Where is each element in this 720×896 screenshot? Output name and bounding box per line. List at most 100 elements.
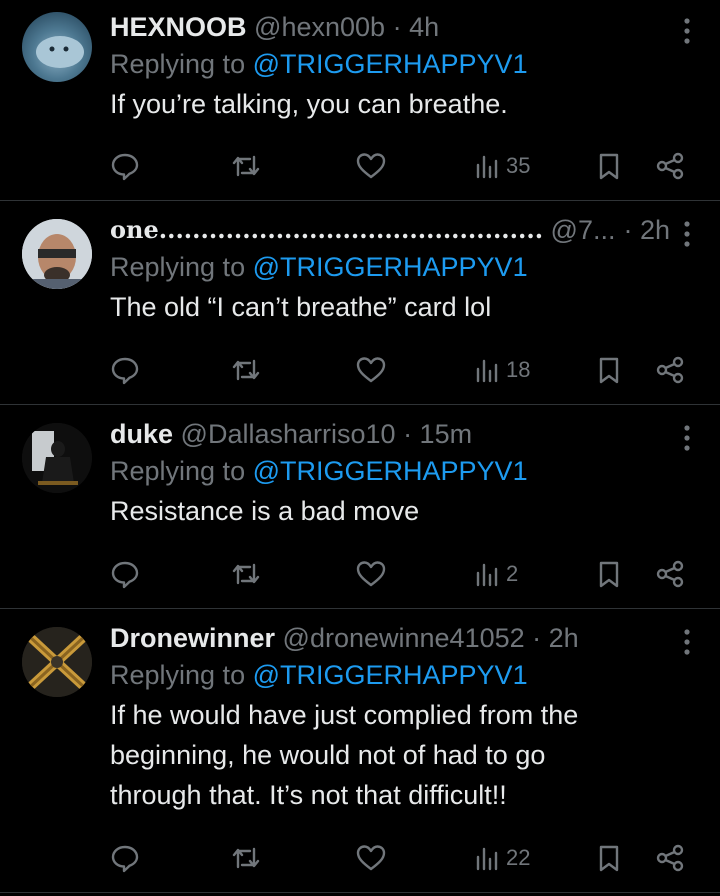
replying-label: Replying to xyxy=(110,660,246,690)
more-icon[interactable] xyxy=(680,423,694,453)
more-icon[interactable] xyxy=(680,219,694,249)
views-icon xyxy=(476,359,498,383)
views-icon xyxy=(476,563,498,587)
replying-to: Replying to @TRIGGERHAPPYV1 xyxy=(110,655,670,695)
tweet[interactable]: one.....................................… xyxy=(0,201,720,405)
bookmark-button[interactable] xyxy=(594,350,624,390)
timestamp[interactable]: · 2h xyxy=(623,213,670,247)
share-button[interactable] xyxy=(654,146,686,186)
bookmark-button[interactable] xyxy=(594,554,624,594)
bookmark-icon xyxy=(599,153,619,180)
reply-button[interactable] xyxy=(110,146,140,186)
mention-link[interactable]: @TRIGGERHAPPYV1 xyxy=(253,456,528,486)
view-count: 18 xyxy=(506,357,531,382)
tweet-header: duke @Dallasharriso10 · 15m xyxy=(110,417,670,451)
share-icon xyxy=(656,356,684,384)
bookmark-icon xyxy=(599,357,619,384)
reply-icon xyxy=(111,561,139,589)
tweet[interactable]: HEXNOOB @hexn00b · 4h Replying to @TRIGG… xyxy=(0,0,720,201)
tweet-header: HEXNOOB @hexn00b · 4h xyxy=(110,10,670,44)
display-name[interactable]: one.....................................… xyxy=(110,213,545,247)
bookmark-icon xyxy=(599,845,619,872)
retweet-button[interactable] xyxy=(230,146,262,186)
views-button[interactable]: 22 xyxy=(472,838,530,878)
share-icon xyxy=(656,152,684,180)
action-bar: 18 xyxy=(110,350,692,390)
handle[interactable]: @dronewinne41052 xyxy=(283,623,525,653)
reply-button[interactable] xyxy=(110,838,140,878)
like-icon xyxy=(356,845,386,871)
avatar[interactable] xyxy=(22,423,92,493)
avatar[interactable] xyxy=(22,627,92,697)
reply-button[interactable] xyxy=(110,554,140,594)
mention-link[interactable]: @TRIGGERHAPPYV1 xyxy=(253,660,528,690)
like-button[interactable] xyxy=(355,146,387,186)
views-icon xyxy=(476,847,498,871)
tweet-header: Dronewinner @dronewinne41052 · 2h xyxy=(110,621,670,655)
tweet-text: The old “I can’t breathe” card lol xyxy=(110,292,492,322)
avatar-image xyxy=(22,627,92,697)
display-name[interactable]: duke xyxy=(110,419,173,449)
tweet-text: If he would have just complied from the … xyxy=(110,700,579,810)
like-button[interactable] xyxy=(355,838,387,878)
replying-label: Replying to xyxy=(110,49,246,79)
avatar-image xyxy=(22,219,92,289)
views-button[interactable]: 2 xyxy=(472,554,518,594)
like-icon xyxy=(356,561,386,587)
handle[interactable]: @Dallasharriso10 xyxy=(181,419,396,449)
view-count: 35 xyxy=(506,153,531,178)
replying-label: Replying to xyxy=(110,456,246,486)
display-name[interactable]: HEXNOOB xyxy=(110,12,247,42)
timestamp[interactable]: · 2h xyxy=(532,623,579,653)
retweet-button[interactable] xyxy=(230,554,262,594)
reply-icon xyxy=(111,357,139,385)
handle[interactable]: @hexn00b xyxy=(254,12,385,42)
tweet-text: If you’re talking, you can breathe. xyxy=(110,89,508,119)
display-name[interactable]: Dronewinner xyxy=(110,623,275,653)
avatar[interactable] xyxy=(22,219,92,289)
retweet-icon xyxy=(232,359,260,381)
tweet[interactable]: Dronewinner @dronewinne41052 · 2h Replyi… xyxy=(0,609,720,893)
tweet-text: Resistance is a bad move xyxy=(110,496,420,526)
avatar-image xyxy=(22,423,92,493)
views-button[interactable]: 18 xyxy=(472,350,530,390)
mention-link[interactable]: @TRIGGERHAPPYV1 xyxy=(253,49,528,79)
action-bar: 2 xyxy=(110,554,692,594)
more-icon[interactable] xyxy=(680,16,694,46)
replying-label: Replying to xyxy=(110,252,246,282)
reply-icon xyxy=(111,153,139,181)
tweet[interactable]: duke @Dallasharriso10 · 15m Replying to … xyxy=(0,405,720,609)
timestamp[interactable]: · 15m xyxy=(403,419,472,449)
more-icon[interactable] xyxy=(680,627,694,657)
views-button[interactable]: 35 xyxy=(472,146,530,186)
view-count: 22 xyxy=(506,845,531,870)
mention-link[interactable]: @TRIGGERHAPPYV1 xyxy=(253,252,528,282)
retweet-icon xyxy=(232,563,260,585)
avatar[interactable] xyxy=(22,12,92,82)
share-icon xyxy=(656,844,684,872)
timestamp[interactable]: · 4h xyxy=(393,12,440,42)
handle[interactable]: @7... xyxy=(551,213,616,247)
replying-to: Replying to @TRIGGERHAPPYV1 xyxy=(110,451,670,491)
retweet-button[interactable] xyxy=(230,350,262,390)
reply-icon xyxy=(111,845,139,873)
view-count: 2 xyxy=(506,561,519,586)
avatar-image xyxy=(36,36,84,68)
reply-button[interactable] xyxy=(110,350,140,390)
share-button[interactable] xyxy=(654,838,686,878)
like-button[interactable] xyxy=(355,554,387,594)
share-button[interactable] xyxy=(654,350,686,390)
retweet-icon xyxy=(232,155,260,177)
like-icon xyxy=(356,357,386,383)
share-icon xyxy=(656,560,684,588)
bookmark-icon xyxy=(599,561,619,588)
bookmark-button[interactable] xyxy=(594,838,624,878)
bookmark-button[interactable] xyxy=(594,146,624,186)
share-button[interactable] xyxy=(654,554,686,594)
replying-to: Replying to @TRIGGERHAPPYV1 xyxy=(110,247,670,287)
views-icon xyxy=(476,155,498,179)
like-icon xyxy=(356,153,386,179)
retweet-button[interactable] xyxy=(230,838,262,878)
retweet-icon xyxy=(232,847,260,869)
like-button[interactable] xyxy=(355,350,387,390)
